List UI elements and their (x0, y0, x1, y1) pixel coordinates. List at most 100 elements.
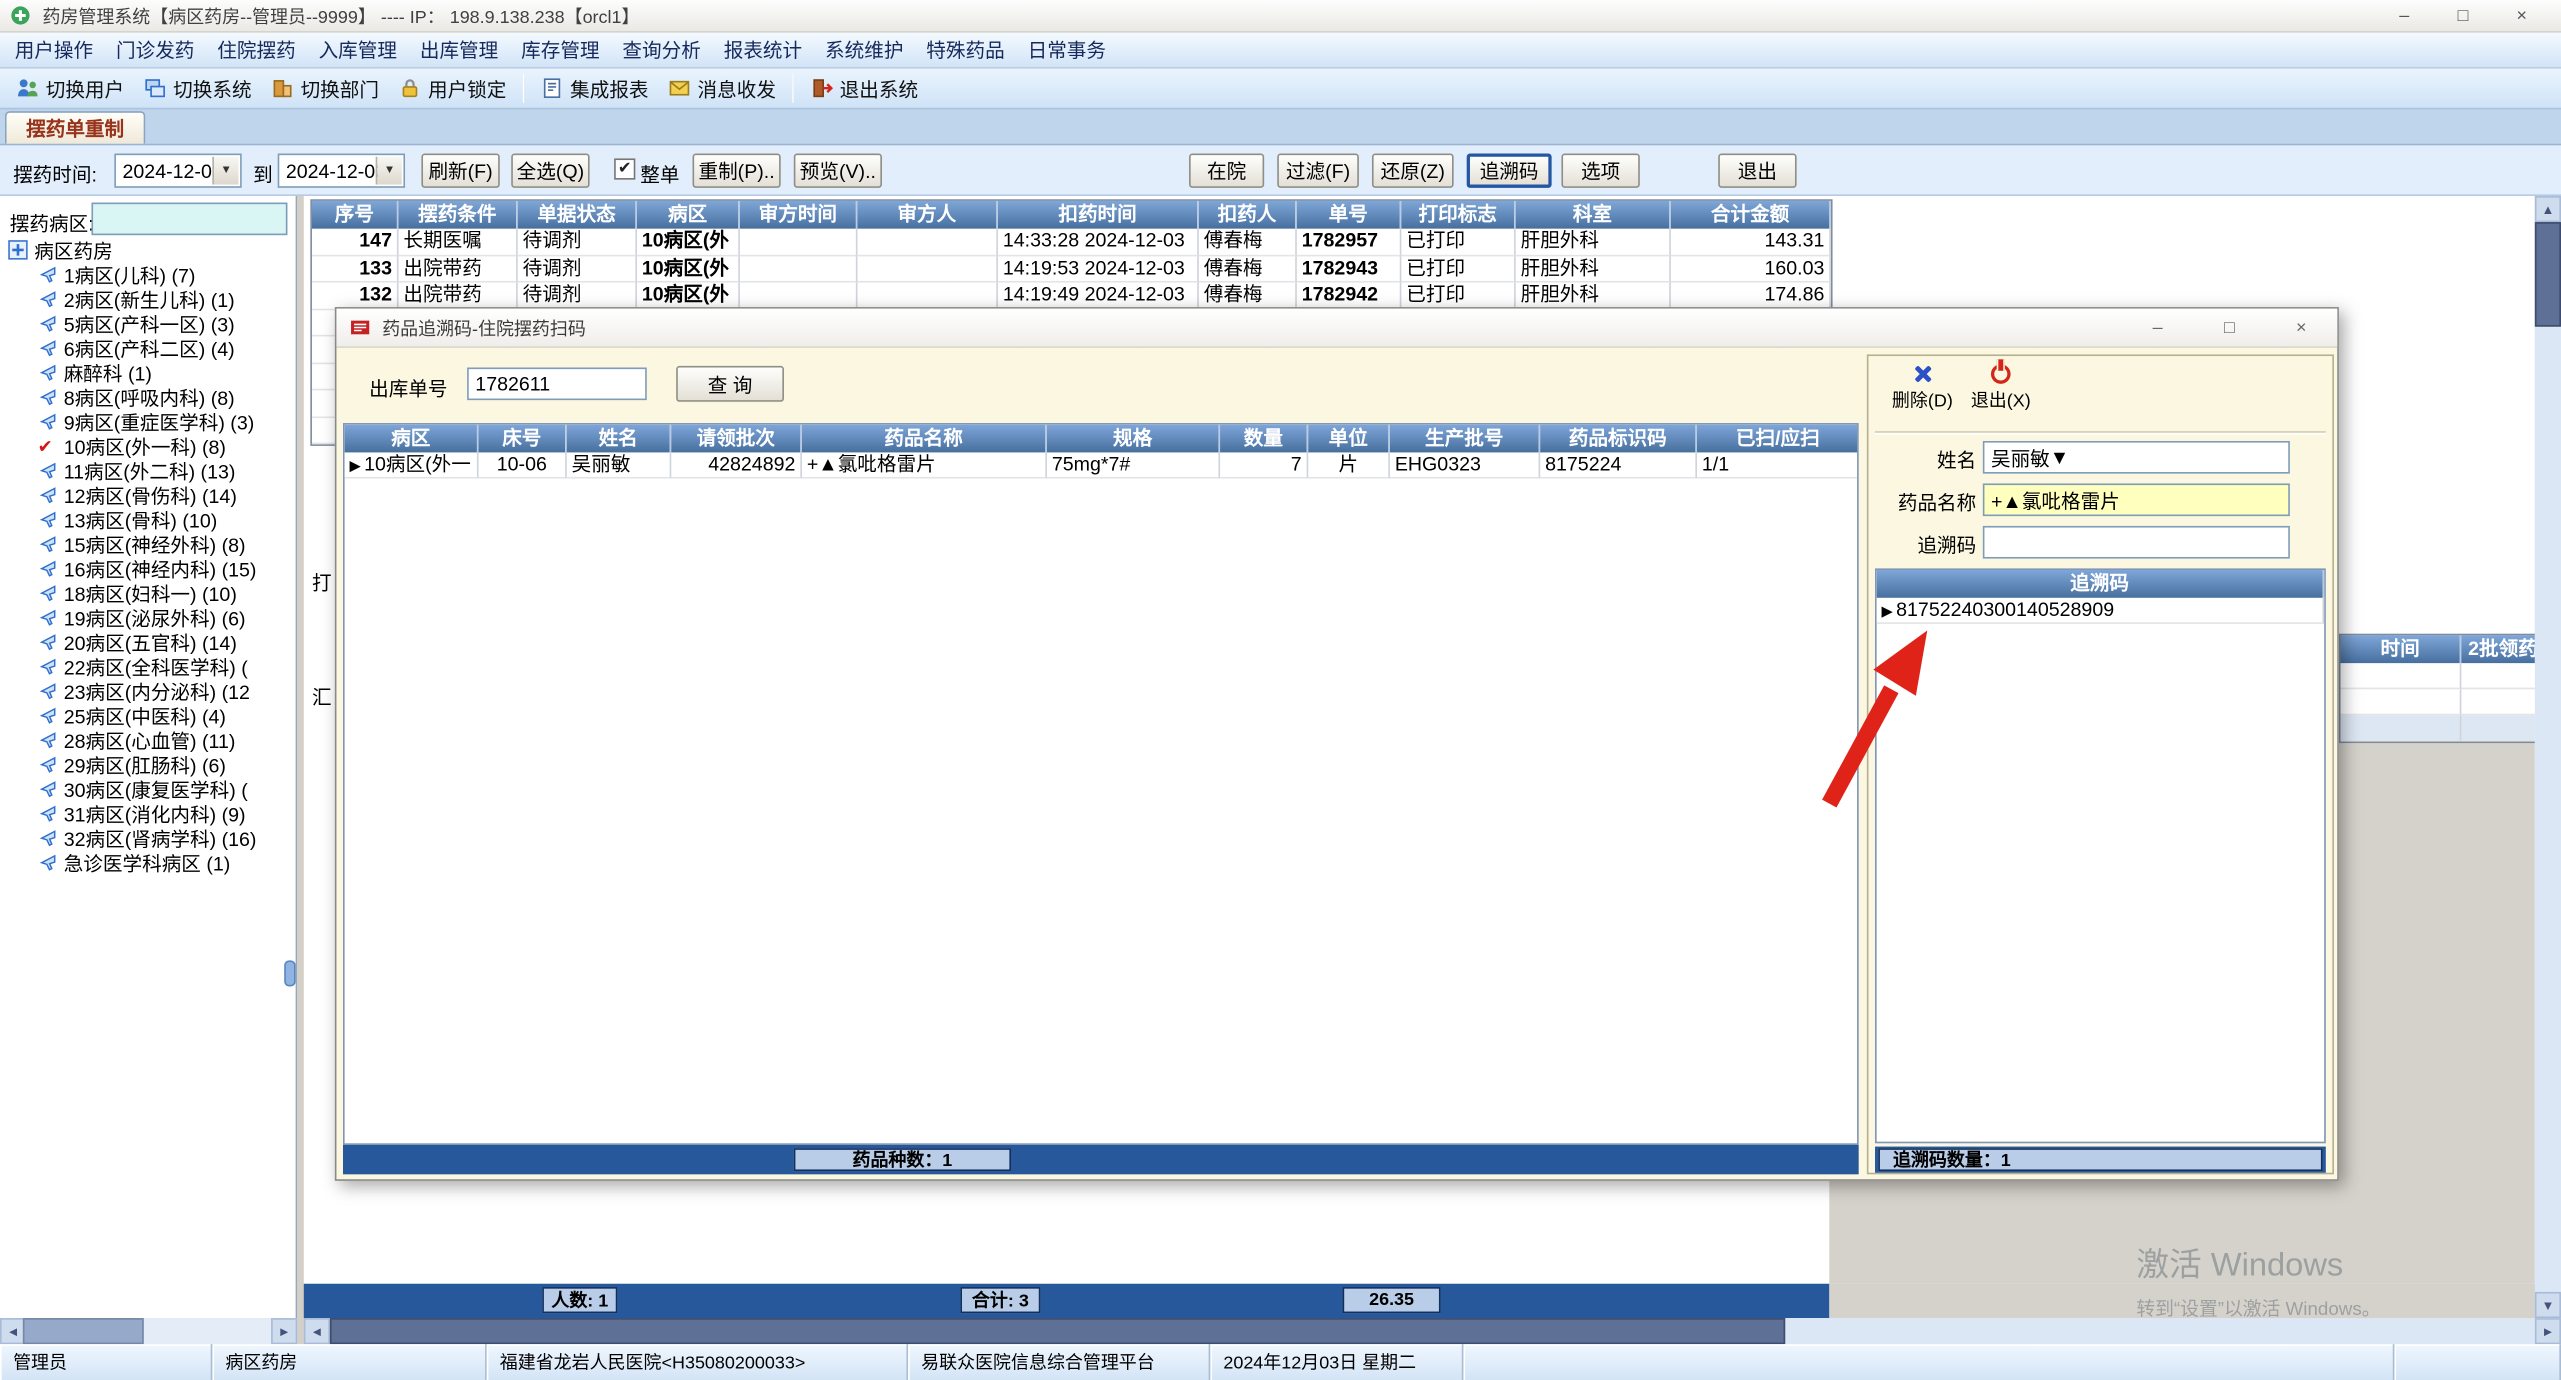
tree-item-17[interactable]: 23病区(内分泌科) (12 (0, 679, 296, 703)
column-header-4[interactable]: 药品名称 (802, 425, 1047, 453)
tree-item-15[interactable]: 20病区(五官科) (14) (0, 630, 296, 654)
dialog-close-button[interactable]: × (2278, 318, 2324, 338)
toolbar-button-0[interactable]: 切换用户 (7, 71, 134, 105)
scroll-right-icon[interactable]: ► (271, 1318, 297, 1344)
scrollbar-thumb[interactable] (23, 1318, 144, 1344)
column-header-5[interactable]: 规格 (1047, 425, 1220, 453)
hidden-button-fragment[interactable]: 汇 (312, 683, 332, 711)
hidden-button-fragment[interactable]: 打 (312, 568, 332, 596)
table-row[interactable]: 132出院带药待调剂10病区(外14:19:49 2024-12-03傅春梅17… (312, 283, 1831, 310)
scroll-left-icon[interactable]: ◄ (304, 1318, 330, 1344)
tree-item-7[interactable]: ✔10病区(外一科) (8) (0, 434, 296, 458)
menu-item-8[interactable]: 系统维护 (814, 33, 915, 67)
menu-item-5[interactable]: 库存管理 (510, 33, 611, 67)
menu-item-3[interactable]: 入库管理 (307, 33, 408, 67)
column-header-7[interactable]: 扣药人 (1199, 201, 1297, 229)
date-from-picker[interactable]: 2024-12-03 ▼ (114, 154, 241, 188)
tree-item-23[interactable]: 32病区(肾病学科) (16) (0, 826, 296, 850)
table-row[interactable]: ▶81752240300140528909 (1877, 598, 2325, 624)
tree-item-21[interactable]: 30病区(康复医学科) ( (0, 777, 296, 801)
scroll-up-icon[interactable]: ▲ (2535, 196, 2561, 222)
in-hospital-button[interactable]: 在院 (1189, 154, 1264, 188)
scrollbar-thumb[interactable] (330, 1318, 1785, 1344)
column-header-8[interactable]: 生产批号 (1390, 425, 1540, 453)
column-header-1[interactable]: 摆药条件 (399, 201, 518, 229)
chevron-down-icon[interactable]: ▼ (2050, 446, 2069, 469)
column-header-4[interactable]: 审方时间 (740, 201, 858, 229)
table-row[interactable] (2341, 689, 2535, 715)
tree-item-8[interactable]: 11病区(外二科) (13) (0, 459, 296, 483)
scrollbar-thumb[interactable] (2535, 222, 2561, 327)
tree-item-10[interactable]: 13病区(骨科) (10) (0, 508, 296, 532)
column-header-10[interactable]: 已扫/应扫 (1697, 425, 1859, 453)
tree-item-24[interactable]: 急诊医学科病区 (1) (0, 851, 296, 875)
delete-button[interactable]: 删除(D) (1885, 363, 1960, 414)
column-header-1[interactable]: 2批领药 (2461, 635, 2534, 663)
refresh-button[interactable]: 刷新(F) (421, 154, 499, 188)
tree-item-14[interactable]: 19病区(泌尿外科) (6) (0, 606, 296, 630)
exit-button[interactable]: 退出 (1718, 154, 1796, 188)
tree-item-12[interactable]: 16病区(神经内科) (15) (0, 557, 296, 581)
tree-item-11[interactable]: 15病区(神经外科) (8) (0, 532, 296, 556)
tree-item-0[interactable]: 1病区(儿科) (7) (0, 263, 296, 287)
toolbar-button-3[interactable]: 用户锁定 (389, 71, 516, 105)
column-header-0[interactable]: 时间 (2341, 635, 2462, 663)
tree-item-18[interactable]: 25病区(中医科) (4) (0, 704, 296, 728)
column-header-11[interactable]: 合计金额 (1671, 201, 1831, 229)
tree-item-16[interactable]: 22病区(全科医学科) ( (0, 655, 296, 679)
menu-item-7[interactable]: 报表统计 (712, 33, 813, 67)
column-header-6[interactable]: 数量 (1220, 425, 1308, 453)
column-header-9[interactable]: 打印标志 (1401, 201, 1515, 229)
column-header-10[interactable]: 科室 (1516, 201, 1671, 229)
toolbar-button-1[interactable]: 切换系统 (134, 71, 261, 105)
toolbar-button-2[interactable]: 切换部门 (261, 71, 388, 105)
table-row[interactable]: 147长期医嘱待调剂10病区(外14:33:28 2024-12-03傅春梅17… (312, 229, 1831, 256)
close-button[interactable]: × (2492, 1, 2551, 30)
tree-item-6[interactable]: 9病区(重症医学科) (3) (0, 410, 296, 434)
menu-item-9[interactable]: 特殊药品 (915, 33, 1016, 67)
toolbar-button-6[interactable]: 退出系统 (800, 71, 927, 105)
menu-item-10[interactable]: 日常事务 (1016, 33, 1117, 67)
remake-button[interactable]: 重制(P).. (693, 154, 781, 188)
tree-item-3[interactable]: 6病区(产科二区) (4) (0, 336, 296, 360)
menu-item-4[interactable]: 出库管理 (408, 33, 509, 67)
whole-order-checkbox[interactable]: ✔ (614, 158, 635, 179)
column-header-6[interactable]: 扣药时间 (998, 201, 1199, 229)
column-header-0[interactable]: 病区 (345, 425, 479, 453)
dialog-minimize-button[interactable]: – (2135, 318, 2181, 338)
select-all-button[interactable]: 全选(Q) (511, 154, 589, 188)
trace-code-button[interactable]: 追溯码 (1467, 154, 1552, 188)
preview-button[interactable]: 预览(V).. (794, 154, 882, 188)
chevron-down-icon[interactable]: ▼ (212, 157, 238, 185)
tree-item-2[interactable]: 5病区(产科一区) (3) (0, 312, 296, 336)
tree-item-19[interactable]: 28病区(心血管) (11) (0, 728, 296, 752)
column-header-2[interactable]: 姓名 (567, 425, 672, 453)
tree-item-22[interactable]: 31病区(消化内科) (9) (0, 802, 296, 826)
dialog-maximize-button[interactable]: □ (2207, 318, 2253, 338)
table-row[interactable] (2341, 715, 2535, 741)
tree-item-1[interactable]: 2病区(新生儿科) (1) (0, 287, 296, 311)
table-row[interactable] (2341, 663, 2535, 689)
column-header-3[interactable]: 病区 (637, 201, 740, 229)
toolbar-button-5[interactable]: 消息收发 (658, 71, 785, 105)
tree-root[interactable]: 病区药房 (0, 238, 296, 262)
column-header-5[interactable]: 审方人 (857, 201, 997, 229)
patient-select[interactable]: 吴丽敏 ▼ (1983, 441, 2290, 474)
maximize-button[interactable]: □ (2434, 1, 2493, 30)
filter-button[interactable]: 过滤(F) (1277, 154, 1359, 188)
outbound-no-input[interactable]: 1782611 (467, 367, 647, 400)
ward-search-input[interactable] (91, 203, 287, 236)
chevron-down-icon[interactable]: ▼ (376, 157, 402, 185)
options-button[interactable]: 选项 (1561, 154, 1639, 188)
tab-remake-sheet[interactable]: 摆药单重制 (5, 111, 145, 144)
menu-item-2[interactable]: 住院摆药 (206, 33, 307, 67)
toolbar-button-4[interactable]: 集成报表 (531, 71, 658, 105)
column-header-0[interactable]: 追溯码 (1877, 570, 2325, 598)
tree-scrollbar-thumb[interactable] (284, 960, 295, 986)
tree-item-9[interactable]: 12病区(骨伤科) (14) (0, 483, 296, 507)
drug-name-input[interactable]: +▲氯吡格雷片 (1983, 483, 2290, 516)
restore-button[interactable]: 还原(Z) (1372, 154, 1454, 188)
column-header-8[interactable]: 单号 (1297, 201, 1402, 229)
tree-item-13[interactable]: 18病区(妇科一) (10) (0, 581, 296, 605)
column-header-1[interactable]: 床号 (479, 425, 567, 453)
